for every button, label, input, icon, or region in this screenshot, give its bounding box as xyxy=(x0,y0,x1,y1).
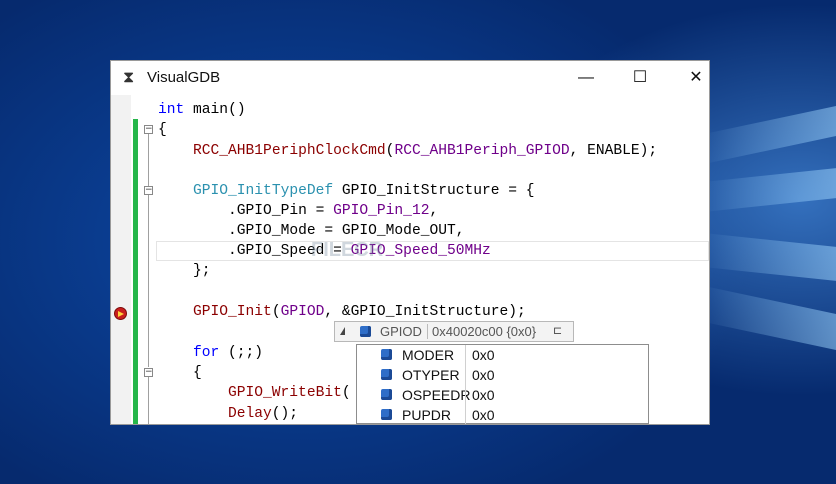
hourglass-icon: ⧗ xyxy=(123,69,135,86)
breakpoint-margin[interactable] xyxy=(111,95,131,424)
light-beam xyxy=(700,105,836,165)
code-line[interactable]: int main() xyxy=(158,100,246,120)
fold-guide xyxy=(148,377,149,424)
datatip-member-row[interactable]: OTYPER 0x0 xyxy=(357,365,648,385)
divider xyxy=(465,365,466,385)
light-beam xyxy=(700,167,836,213)
divider xyxy=(465,345,466,365)
datatip-members-list: MODER 0x0 OTYPER 0x0 OSPEEDR 0x0 PUPDR 0… xyxy=(356,344,649,424)
member-name: PUPDR xyxy=(402,407,452,423)
field-icon xyxy=(381,369,392,380)
current-line-arrow-icon xyxy=(118,311,124,317)
code-line[interactable]: RCC_AHB1PeriphClockCmd(RCC_AHB1Periph_GP… xyxy=(193,141,657,161)
pin-icon[interactable]: ⊏ xyxy=(553,325,567,337)
datatip-header[interactable]: GPIOD 0x40020c00 {0x0} ⊏ xyxy=(334,321,574,342)
datatip-member-row[interactable]: MODER 0x0 xyxy=(357,345,648,365)
close-button[interactable]: ✕ xyxy=(673,61,709,95)
code-line[interactable]: GPIO_WriteBit( xyxy=(228,383,351,403)
fold-collapse-icon[interactable]: − xyxy=(144,186,153,195)
code-line[interactable]: }; xyxy=(193,261,211,281)
light-beam xyxy=(700,285,836,351)
datatip-member-row[interactable]: PUPDR 0x0 xyxy=(357,405,648,424)
code-line[interactable]: GPIO_Init(GPIOD, &GPIO_InitStructure); xyxy=(193,302,526,322)
collapse-triangle-icon[interactable] xyxy=(340,327,345,335)
member-name: OTYPER xyxy=(402,367,460,383)
member-value[interactable]: 0x0 xyxy=(472,365,495,385)
code-line[interactable]: Delay(); xyxy=(228,404,298,424)
code-line[interactable]: { xyxy=(158,120,167,140)
fold-collapse-icon[interactable]: − xyxy=(144,368,153,377)
fold-guide xyxy=(148,195,149,267)
field-icon xyxy=(381,349,392,360)
member-name: MODER xyxy=(402,347,455,363)
datatip-member-row[interactable]: OSPEEDR 0x0 xyxy=(357,385,648,405)
member-value[interactable]: 0x0 xyxy=(472,385,495,405)
watermark-text: FILECR xyxy=(311,239,384,261)
divider xyxy=(465,405,466,424)
field-icon xyxy=(381,389,392,400)
code-line[interactable]: .GPIO_Mode = GPIO_Mode_OUT, xyxy=(193,221,464,241)
field-icon xyxy=(381,409,392,420)
member-value[interactable]: 0x0 xyxy=(472,345,495,365)
code-line[interactable]: { xyxy=(193,363,202,383)
maximize-button[interactable]: ☐ xyxy=(617,61,663,95)
code-line[interactable]: GPIO_InitTypeDef GPIO_InitStructure = { xyxy=(193,181,535,201)
member-name: OSPEEDR xyxy=(402,387,471,403)
light-beam xyxy=(700,232,836,282)
code-line[interactable]: for (;;) xyxy=(193,343,263,363)
code-line[interactable]: .GPIO_Pin = GPIO_Pin_12, xyxy=(193,201,438,221)
divider xyxy=(465,385,466,405)
member-value[interactable]: 0x0 xyxy=(472,405,495,424)
datatip-variable-value[interactable]: 0x40020c00 {0x0} xyxy=(432,324,536,339)
divider xyxy=(427,324,428,339)
change-tracking-bar xyxy=(133,119,138,424)
minimize-button[interactable]: — xyxy=(563,61,609,95)
fold-guide xyxy=(148,267,149,367)
fold-guide xyxy=(148,134,149,186)
title-bar[interactable]: ⧗ VisualGDB — ☐ ✕ xyxy=(111,61,709,95)
visualgdb-window: ⧗ VisualGDB — ☐ ✕ − − − int main() { RCC… xyxy=(110,60,710,425)
variable-icon xyxy=(360,326,371,337)
breakpoint-icon[interactable] xyxy=(114,307,127,320)
fold-collapse-icon[interactable]: − xyxy=(144,125,153,134)
datatip-variable-name: GPIOD xyxy=(380,324,422,339)
window-title: VisualGDB xyxy=(147,69,221,86)
